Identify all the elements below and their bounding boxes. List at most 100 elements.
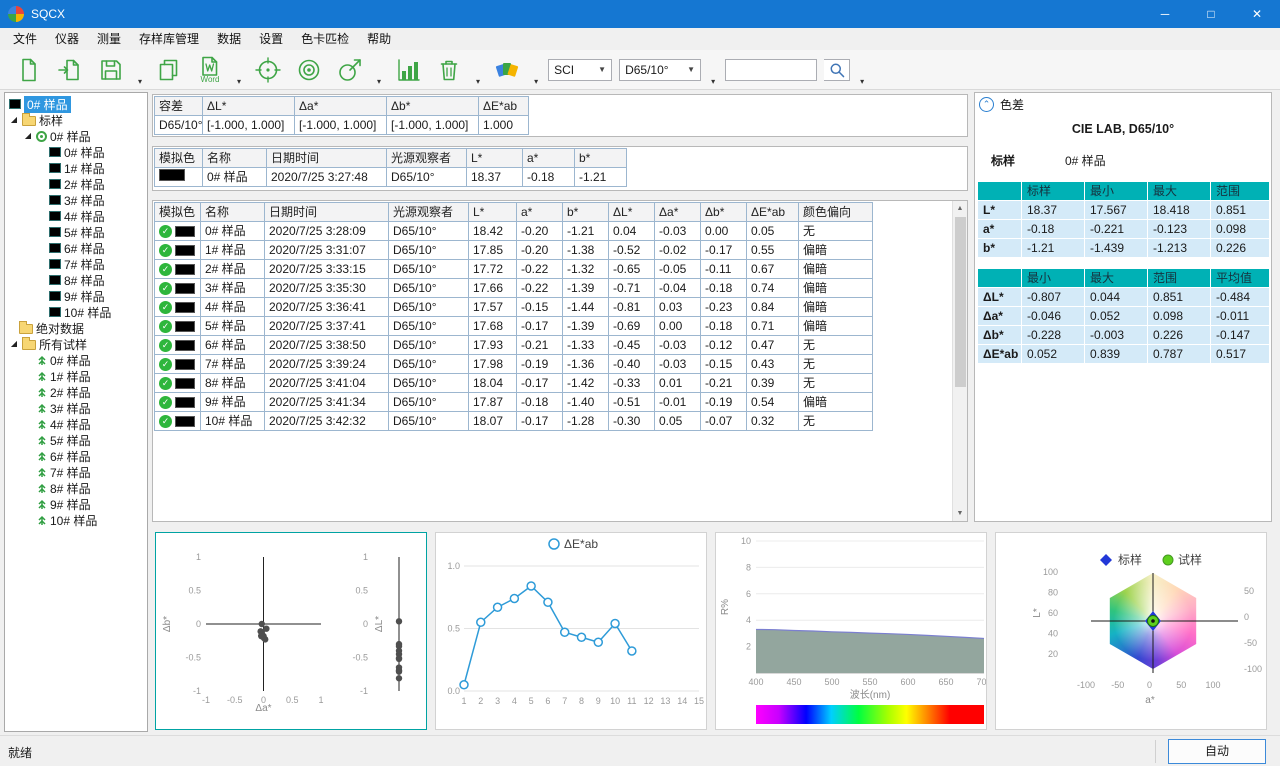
toolbar-overflow-chevron[interactable]: ▾ [237,77,241,86]
collapse-panel-button[interactable]: ⌃ [979,97,994,112]
tree-item-sample-5[interactable]: 5# 样品 [5,432,147,448]
close-button[interactable]: ✕ [1234,0,1280,28]
sample-row-8[interactable]: ✓8# 样品2020/7/25 3:41:04D65/10°18.04-0.17… [155,374,873,393]
search-input[interactable] [725,59,817,81]
toolbar-overflow-chevron[interactable]: ▾ [377,77,381,86]
sample-row-9[interactable]: ✓9# 样品2020/7/25 3:41:34D65/10°17.87-0.18… [155,393,873,412]
menu-item-4[interactable]: 数据 [208,28,250,50]
sample-row-3[interactable]: ✓3# 样品2020/7/25 3:35:30D65/10°17.66-0.22… [155,279,873,298]
toolbar-button-open-export[interactable] [53,52,87,88]
column-header: 日期时间 [265,203,389,222]
toolbar-button-calibrate-rings[interactable] [292,52,326,88]
toolbar-button-color-copy[interactable] [490,52,524,88]
tree-item-standard-child-3[interactable]: 3# 样品 [5,192,147,208]
sample-row-1[interactable]: ✓1# 样品2020/7/25 3:31:07D65/10°17.85-0.20… [155,241,873,260]
tolerance-cell: D65/10° [155,116,203,135]
tree-item-sample-7[interactable]: 7# 样品 [5,464,147,480]
scrollbar-thumb[interactable] [955,217,966,387]
menu-item-6[interactable]: 色卡匹检 [292,28,358,50]
tree-group-standard[interactable]: ◢标样 [5,112,147,128]
menu-item-1[interactable]: 仪器 [46,28,88,50]
tree-item-standard-child-6[interactable]: 6# 样品 [5,240,147,256]
tree-item-sample-1[interactable]: 1# 样品 [5,368,147,384]
stats-row: ΔL*-0.8070.0440.851-0.484 [978,288,1270,307]
tree-item-sample-4[interactable]: 4# 样品 [5,416,147,432]
tolerance-row[interactable]: D65/10°[-1.000, 1.000][-1.000, 1.000][-1… [155,116,529,135]
menu-item-3[interactable]: 存样库管理 [130,28,208,50]
maximize-button[interactable]: □ [1188,0,1234,28]
toolbar-button-chart[interactable] [391,52,425,88]
tree-item-standard-child-10[interactable]: 10# 样品 [5,304,147,320]
sample-row-4[interactable]: ✓4# 样品2020/7/25 3:36:41D65/10°17.57-0.15… [155,298,873,317]
menu-item-5[interactable]: 设置 [250,28,292,50]
minimize-button[interactable]: ─ [1142,0,1188,28]
tree-group-absolute-data[interactable]: 绝对数据 [5,320,147,336]
tree-item-standard-child-9[interactable]: 9# 样品 [5,288,147,304]
tree-item-sample-9[interactable]: 9# 样品 [5,496,147,512]
sample-row-7[interactable]: ✓7# 样品2020/7/25 3:39:24D65/10°17.98-0.19… [155,355,873,374]
svg-text:0: 0 [196,619,201,629]
tree-item-standard-child-7[interactable]: 7# 样品 [5,256,147,272]
tree-item-standard-child-5[interactable]: 5# 样品 [5,224,147,240]
standard-row[interactable]: 0# 样品2020/7/25 3:27:48D65/10°18.37-0.18-… [155,168,627,187]
column-header: ΔL* [203,97,295,116]
stats-row: L*18.3717.56718.4180.851 [978,201,1270,220]
toolbar-button-measure[interactable] [333,52,367,88]
tree-item-standard-child-4[interactable]: 4# 样品 [5,208,147,224]
column-header: 名称 [201,203,265,222]
toolbar-button-new-document[interactable] [12,52,46,88]
tree-item-sample-10[interactable]: 10# 样品 [5,512,147,528]
toolbar-button-trash[interactable] [432,52,466,88]
samples-scrollbar[interactable]: ▲ ▼ [952,201,967,521]
toolbar-overflow-chevron[interactable]: ▾ [711,77,715,86]
sample-cell: 18.04 [469,374,517,393]
toolbar-overflow-chevron[interactable]: ▾ [476,77,480,86]
toolbar-overflow-chevron[interactable]: ▾ [534,77,538,86]
tree-item-label: 所有试样 [39,336,87,353]
scroll-up-icon[interactable]: ▲ [953,201,967,216]
auto-button[interactable]: 自动 [1168,739,1266,764]
sample-row-0[interactable]: ✓0# 样品2020/7/25 3:28:09D65/10°18.42-0.20… [155,222,873,241]
toolbar-button-word-export[interactable]: Word [193,52,227,88]
tree-item-standard-child-2[interactable]: 2# 样品 [5,176,147,192]
svg-text:10: 10 [741,536,751,546]
toolbar-button-target[interactable] [251,52,285,88]
tree-item-selected[interactable]: 0# 样品 [5,96,147,112]
menu-item-2[interactable]: 测量 [88,28,130,50]
tree-item-sample-2[interactable]: 2# 样品 [5,384,147,400]
svg-text:60: 60 [1048,608,1058,618]
expander-icon[interactable]: ◢ [9,115,19,125]
tree-item-standard-child-0[interactable]: 0# 样品 [5,144,147,160]
stats-value: 18.418 [1148,201,1211,220]
expander-icon[interactable]: ◢ [9,339,19,349]
toolbar-button-copy[interactable] [152,52,186,88]
tree-item-sample-8[interactable]: 8# 样品 [5,480,147,496]
sci-sce-combo[interactable]: SCI▼ [548,59,612,81]
column-header: ΔE*ab [479,97,529,116]
tree-item-sample-3[interactable]: 3# 样品 [5,400,147,416]
tree-node-standard-sample[interactable]: ◢0# 样品 [5,128,147,144]
stats-value: 0.098 [1211,220,1270,239]
menu-item-7[interactable]: 帮助 [358,28,400,50]
tree-item-standard-child-8[interactable]: 8# 样品 [5,272,147,288]
tree-group-all-samples[interactable]: ◢ 所有试样 [5,336,147,352]
expander-icon[interactable]: ◢ [23,131,33,141]
tree-item-label: 1# 样品 [50,368,91,385]
sample-row-10[interactable]: ✓10# 样品2020/7/25 3:42:32D65/10°18.07-0.1… [155,412,873,431]
menu-item-0[interactable]: 文件 [4,28,46,50]
sample-row-6[interactable]: ✓6# 样品2020/7/25 3:38:50D65/10°17.93-0.21… [155,336,873,355]
tree-item-sample-0[interactable]: 0# 样品 [5,352,147,368]
standard-panel: 模拟色名称日期时间光源观察者L*a*b*0# 样品2020/7/25 3:27:… [152,146,968,191]
toolbar-overflow-chevron[interactable]: ▾ [138,77,142,86]
toolbar-button-save[interactable] [94,52,128,88]
sample-row-2[interactable]: ✓2# 样品2020/7/25 3:33:15D65/10°17.72-0.22… [155,260,873,279]
sample-cell: 17.57 [469,298,517,317]
sample-cell: 无 [799,412,873,431]
search-button[interactable] [824,59,850,81]
toolbar-overflow-chevron[interactable]: ▾ [860,77,864,86]
sample-row-5[interactable]: ✓5# 样品2020/7/25 3:37:41D65/10°17.68-0.17… [155,317,873,336]
tree-item-standard-child-1[interactable]: 1# 样品 [5,160,147,176]
tree-item-sample-6[interactable]: 6# 样品 [5,448,147,464]
scroll-down-icon[interactable]: ▼ [953,506,967,521]
illuminant-observer-combo[interactable]: D65/10°▼ [619,59,701,81]
